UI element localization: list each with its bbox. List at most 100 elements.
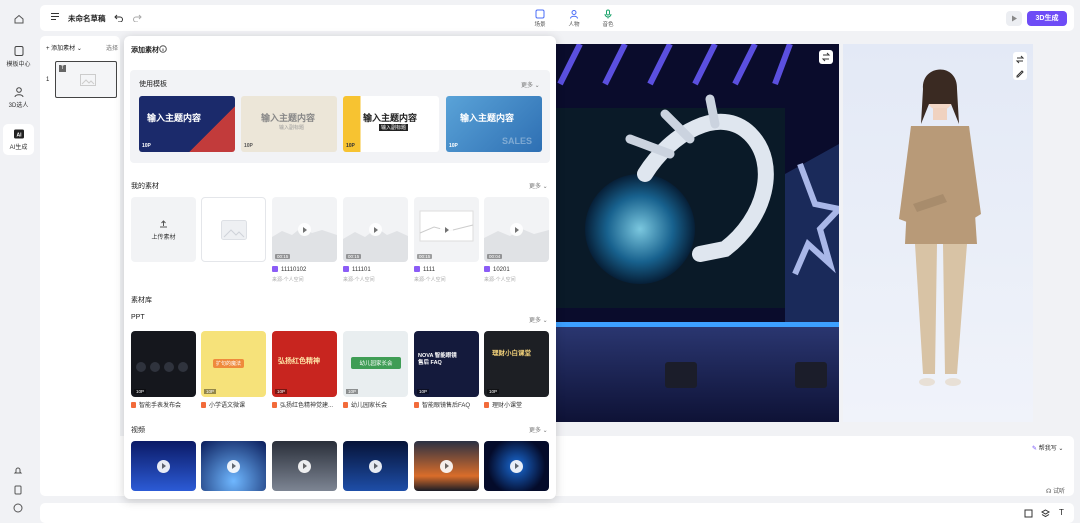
template-card[interactable]: 输入主题内容 输入副标题 10P: [241, 96, 337, 152]
swap-icon[interactable]: [1015, 54, 1025, 64]
bell-icon[interactable]: [13, 466, 23, 476]
document-icon[interactable]: [13, 485, 23, 495]
template-pages: 10P: [244, 143, 253, 149]
ppt-card[interactable]: 弘扬红色精神 10P: [272, 331, 337, 397]
undo-icon[interactable]: [114, 13, 124, 22]
play-icon: [227, 459, 240, 473]
video-card[interactable]: [414, 441, 479, 491]
template-subtitle: 输入副标题: [279, 125, 305, 131]
generate-3d-button[interactable]: 3D生成: [1027, 11, 1067, 26]
ppt-pages: 10P: [417, 389, 430, 394]
scene-preview[interactable]: [550, 44, 839, 422]
left-rail: 模板中心 3D选人 AI AI生成: [0, 0, 37, 523]
template-title: 输入主题内容: [363, 113, 418, 123]
info-icon[interactable]: [159, 45, 167, 53]
menu-icon[interactable]: [50, 12, 60, 21]
top-bar: [40, 5, 1074, 31]
play-icon: [157, 459, 170, 473]
material-source: 来源-个人空间: [272, 277, 304, 283]
material-name: 10201: [484, 266, 510, 273]
video-duration: 00:15: [417, 254, 433, 259]
rail-item-label: 3D选人: [8, 103, 29, 109]
help-icon[interactable]: [13, 503, 23, 513]
play-icon: [1012, 15, 1017, 22]
more-label: 更多: [529, 428, 542, 434]
ppt-card[interactable]: NOVA 智能眼镜 售后 FAQ 10P: [414, 331, 479, 397]
rail-item-3d-person[interactable]: 3D选人: [3, 86, 34, 109]
layers-icon[interactable]: [1041, 509, 1050, 518]
video-card[interactable]: [201, 441, 266, 491]
ppt-pages: 10P: [346, 389, 359, 394]
template-card[interactable]: 输入主题内容 SALES 10P: [446, 96, 542, 152]
person-button[interactable]: 人物: [563, 9, 585, 28]
ppt-title-text: 理财小白课堂: [492, 350, 531, 357]
person-icon: [570, 10, 578, 19]
rail-item-ai[interactable]: AI AI生成: [3, 124, 34, 155]
ppt-card[interactable]: 理财小白课堂 10P: [484, 331, 549, 397]
my-video-card[interactable]: 00:15: [343, 197, 408, 262]
ppt-title-text: NOVA 智能眼镜 售后 FAQ: [418, 353, 457, 367]
more-label: 更多: [529, 318, 542, 324]
listen-button[interactable]: ☊ 试听: [1046, 486, 1065, 495]
ppt-card[interactable]: 幼儿园家长会 10P: [343, 331, 408, 397]
select-button[interactable]: 选择: [106, 43, 118, 52]
ppt-name: 小学语文微课: [201, 400, 245, 409]
ppt-card[interactable]: 扩句的魔法 10P: [201, 331, 266, 397]
slide-thumbnail[interactable]: T: [55, 61, 117, 98]
template-card[interactable]: 输入主题内容 10P: [139, 96, 235, 152]
popup-title: 添加素材: [131, 47, 159, 54]
video-more-link[interactable]: 更多 ⌄: [529, 425, 548, 434]
video-card[interactable]: [484, 441, 549, 491]
my-video-card[interactable]: 00:04: [484, 197, 549, 262]
my-video-card[interactable]: 00:15: [272, 197, 337, 262]
template-title: 输入主题内容: [460, 113, 515, 123]
help-write-button[interactable]: ✎ 帮我写 ⌄: [1032, 443, 1063, 452]
upload-icon: [160, 220, 167, 228]
video-file-icon: [484, 266, 490, 272]
image-placeholder-icon: [80, 74, 96, 86]
template-pages: 10P: [449, 143, 458, 149]
template-title: 输入主题内容: [261, 113, 316, 123]
add-material-label: 添加素材: [51, 46, 76, 52]
my-materials-more-link[interactable]: 更多 ⌄: [529, 181, 548, 190]
template-icon: [14, 46, 23, 56]
crop-icon[interactable]: [1024, 509, 1033, 518]
preview-play-button[interactable]: [1006, 11, 1022, 26]
play-icon: [298, 223, 311, 236]
home-icon[interactable]: [3, 13, 34, 27]
voice-label: 音色: [602, 22, 614, 28]
ppt-title-text: 幼儿园家长会: [351, 357, 401, 369]
template-card[interactable]: 输入主题内容 输入副标题 10P: [343, 96, 439, 152]
video-card[interactable]: [131, 441, 196, 491]
more-label: 更多: [521, 83, 534, 89]
video-card[interactable]: [343, 441, 408, 491]
edit-icon[interactable]: [1015, 68, 1025, 78]
ppt-title-text: 扩句的魔法: [213, 359, 245, 368]
templates-more-link[interactable]: 更多 ⌄: [521, 80, 540, 89]
video-file-icon: [272, 266, 278, 272]
material-name: 11110102: [272, 266, 306, 273]
scene-button[interactable]: 场景: [529, 9, 551, 28]
draft-title[interactable]: 未命名草稿: [68, 13, 106, 24]
ppt-more-link[interactable]: 更多 ⌄: [529, 315, 548, 324]
scene-swap-button[interactable]: [819, 50, 833, 64]
redo-icon[interactable]: [132, 13, 142, 22]
my-video-card[interactable]: 00:15: [414, 197, 479, 262]
voice-button[interactable]: 音色: [597, 9, 619, 28]
text-icon[interactable]: T: [1059, 508, 1064, 517]
rail-item-template[interactable]: 模板中心: [3, 45, 34, 68]
image-placeholder-icon: [221, 220, 247, 240]
add-material-dropdown[interactable]: + 添加素材 ⌄: [46, 43, 82, 52]
ai-icon: AI: [13, 129, 24, 139]
ai-write-icon: ✎: [1032, 446, 1038, 452]
ppt-card[interactable]: 10P: [131, 331, 196, 397]
text-slide-badge: T: [59, 65, 66, 72]
ppt-pages: 10P: [487, 389, 500, 394]
video-card[interactable]: [272, 441, 337, 491]
avatar-preview[interactable]: [843, 44, 1033, 422]
upload-label: 上传素材: [151, 235, 176, 241]
image-material-card[interactable]: [201, 197, 266, 262]
scene-label: 场景: [534, 22, 546, 28]
upload-material-button[interactable]: 上传素材: [131, 197, 196, 262]
svg-text:AI: AI: [16, 133, 22, 139]
